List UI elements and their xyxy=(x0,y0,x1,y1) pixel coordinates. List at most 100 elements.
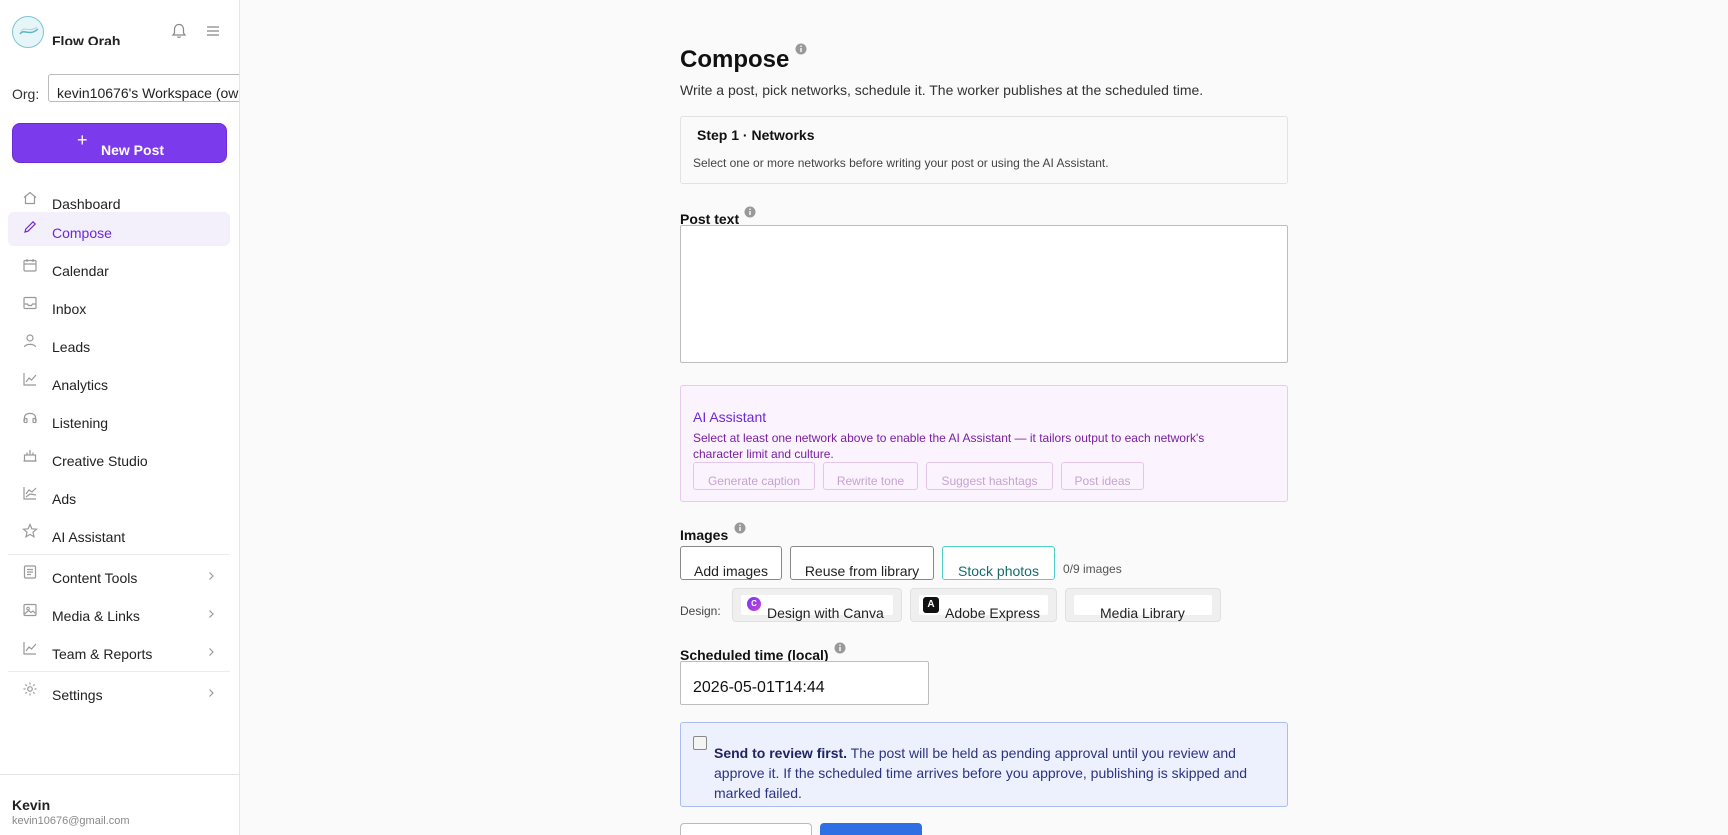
line-chart-icon xyxy=(22,640,38,656)
sidebar-item-label: Calendar xyxy=(52,263,109,279)
sidebar-item-label: Dashboard xyxy=(52,196,121,212)
info-icon[interactable] xyxy=(734,521,746,534)
org-select[interactable]: kevin10676's Workspace (owner) xyxy=(48,74,239,102)
sidebar-item-analytics[interactable]: Analytics xyxy=(8,364,230,398)
sidebar-item-label: Leads xyxy=(52,339,91,355)
plus-icon: + xyxy=(77,130,88,150)
sidebar-group-content-tools[interactable]: Content Tools xyxy=(8,557,230,591)
design-button-label: Media Library xyxy=(1100,605,1185,621)
send-to-review-text: Send to review first. The post will be h… xyxy=(714,743,1274,803)
sidebar-group-label: Media & Links xyxy=(52,608,140,624)
headphones-icon xyxy=(22,409,38,425)
sidebar-group-label: Team & Reports xyxy=(52,646,153,662)
chevron-right-icon xyxy=(206,606,216,618)
org-label: Org: xyxy=(12,86,40,102)
brand-logo-icon xyxy=(12,16,44,48)
new-post-label: New Post xyxy=(101,142,165,158)
sidebar-item-ai-assistant[interactable]: AI Assistant xyxy=(8,516,230,550)
sidebar-group-settings[interactable]: Settings xyxy=(8,674,230,708)
hamburger-menu-icon[interactable] xyxy=(204,22,222,40)
bell-icon[interactable] xyxy=(170,22,188,40)
ai-assistant-description: Select at least one network above to ena… xyxy=(693,431,1205,461)
generate-caption-button[interactable]: Generate caption xyxy=(693,462,815,490)
calendar-icon xyxy=(22,257,38,273)
stock-photos-button[interactable]: Stock photos xyxy=(942,546,1055,580)
send-to-review-box: Send to review first. The post will be h… xyxy=(680,722,1288,807)
sidebar-item-compose[interactable]: Compose xyxy=(8,212,230,246)
sidebar-item-ads[interactable]: Ads xyxy=(8,478,230,512)
adobe-express-button[interactable]: A Adobe Express xyxy=(910,588,1057,622)
adobe-express-logo-icon: A xyxy=(923,597,939,613)
user-divider xyxy=(0,774,239,775)
brand-name: Flow Orah xyxy=(52,33,121,45)
send-to-review-title: Send to review first. xyxy=(714,745,848,761)
sidebar-divider xyxy=(8,554,230,555)
rewrite-tone-button[interactable]: Rewrite tone xyxy=(823,462,918,490)
add-images-button[interactable]: Add images xyxy=(680,546,782,580)
image-icon xyxy=(22,602,38,618)
images-label: Images xyxy=(680,527,729,543)
design-button-label: Adobe Express xyxy=(945,605,1040,621)
document-icon xyxy=(22,564,38,580)
sidebar-item-label: Ads xyxy=(52,491,77,507)
scheduled-time-input[interactable]: 2026-05-01T14:44 xyxy=(680,661,929,705)
canva-logo-icon: C xyxy=(747,597,761,611)
inbox-icon xyxy=(22,295,38,311)
post-ideas-button[interactable]: Post ideas xyxy=(1061,462,1144,490)
design-with-canva-button[interactable]: C Design with Canva xyxy=(732,588,902,622)
ai-assistant-card: AI Assistant Select at least one network… xyxy=(680,385,1288,502)
design-button-label: Design with Canva xyxy=(767,605,884,621)
sidebar-group-team-reports[interactable]: Team & Reports xyxy=(8,633,230,667)
sidebar-item-label: Creative Studio xyxy=(52,453,148,469)
sidebar-item-label: AI Assistant xyxy=(52,529,126,545)
user-email: kevin10676@gmail.com xyxy=(12,815,130,827)
info-icon[interactable] xyxy=(834,641,846,654)
secondary-action-button[interactable] xyxy=(680,823,812,835)
suggest-hashtags-button[interactable]: Suggest hashtags xyxy=(926,462,1053,490)
sidebar-item-creative-studio[interactable]: Creative Studio xyxy=(8,440,230,474)
step-networks-card: Step 1 · Networks Select one or more net… xyxy=(680,116,1288,184)
page-subtitle: Write a post, pick networks, schedule it… xyxy=(680,82,1204,98)
sidebar-item-inbox[interactable]: Inbox xyxy=(8,288,230,322)
ai-assistant-title: AI Assistant xyxy=(693,409,767,425)
primary-action-button[interactable] xyxy=(820,823,922,835)
user-name: Kevin xyxy=(12,797,51,813)
info-icon[interactable] xyxy=(795,42,807,55)
chevron-right-icon xyxy=(206,568,216,580)
line-chart-icon xyxy=(22,371,38,387)
sidebar-group-label: Settings xyxy=(52,687,103,703)
step-title: Step 1 · Networks xyxy=(697,127,815,143)
send-to-review-checkbox[interactable] xyxy=(693,736,707,750)
star-icon xyxy=(22,523,38,539)
reuse-from-library-button[interactable]: Reuse from library xyxy=(790,546,934,580)
info-icon[interactable] xyxy=(744,205,756,218)
sidebar: Flow Orah Org: kevin10676's Workspace (o… xyxy=(0,0,240,835)
org-selector-row: Org: kevin10676's Workspace (owner) xyxy=(12,74,239,102)
sidebar-item-label: Analytics xyxy=(52,377,109,393)
home-icon xyxy=(22,190,38,206)
sidebar-item-label: Listening xyxy=(52,415,109,431)
sidebar-item-label: Compose xyxy=(52,225,112,241)
chevron-right-icon xyxy=(206,644,216,656)
sidebar-group-media-links[interactable]: Media & Links xyxy=(8,595,230,629)
sidebar-item-calendar[interactable]: Calendar xyxy=(8,250,230,284)
sidebar-item-leads[interactable]: Leads xyxy=(8,326,230,360)
design-label: Design: xyxy=(680,604,721,618)
page-title: Compose xyxy=(680,46,790,73)
sidebar-group-label: Content Tools xyxy=(52,570,138,586)
pencil-icon xyxy=(22,219,38,235)
brand[interactable]: Flow Orah xyxy=(12,14,232,48)
media-library-button[interactable]: Media Library xyxy=(1065,588,1221,622)
ads-chart-icon xyxy=(22,485,38,501)
step-description: Select one or more networks before writi… xyxy=(693,156,1109,170)
post-text-input[interactable] xyxy=(680,225,1288,363)
gear-icon xyxy=(22,681,38,697)
sidebar-item-label: Inbox xyxy=(52,301,87,317)
user-icon xyxy=(22,333,38,349)
chevron-right-icon xyxy=(206,685,216,697)
new-post-button[interactable]: + New Post xyxy=(12,123,227,163)
sidebar-divider xyxy=(8,671,230,672)
sidebar-item-listening[interactable]: Listening xyxy=(8,402,230,436)
cake-icon xyxy=(22,447,38,463)
image-count: 0/9 images xyxy=(1063,562,1122,576)
